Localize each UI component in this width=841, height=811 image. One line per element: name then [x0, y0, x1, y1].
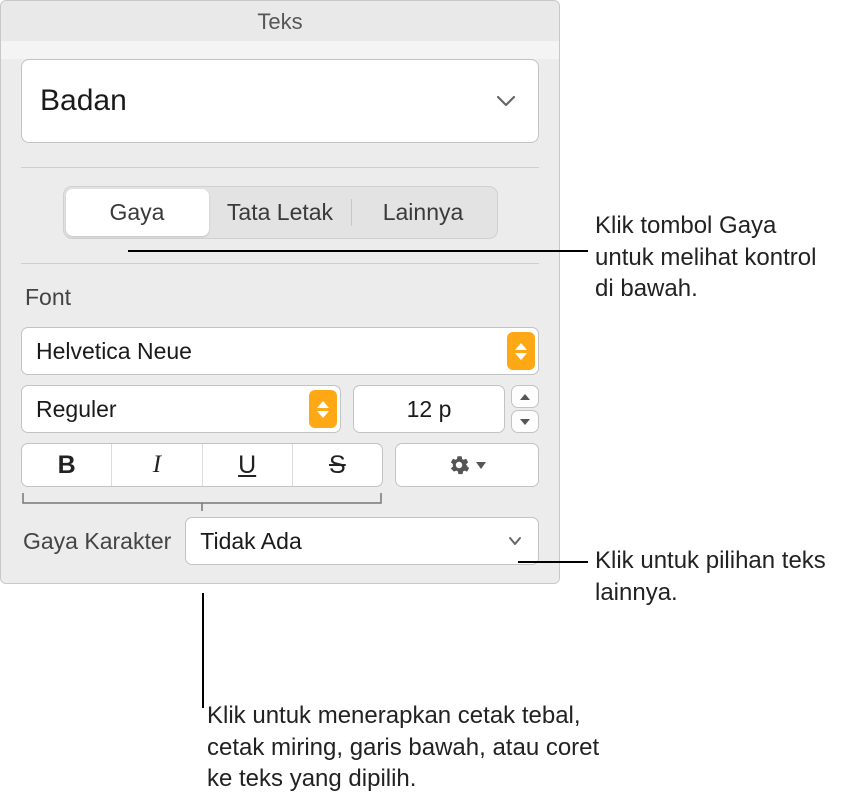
text-format-panel: Teks Badan Gaya Tata Letak Lainnya Font … — [0, 0, 560, 584]
bracket-decoration — [21, 493, 383, 511]
callout-style-buttons: Klik untuk menerapkan cetak tebal, cetak… — [207, 700, 627, 795]
updown-arrows-icon — [309, 390, 337, 428]
gear-icon — [448, 454, 470, 476]
callout-line — [128, 250, 588, 252]
tab-gaya[interactable]: Gaya — [66, 189, 209, 236]
character-style-value: Tidak Ada — [200, 528, 301, 555]
font-size-stepper: 12 p — [353, 385, 539, 433]
tab-tata-letak[interactable]: Tata Letak — [209, 189, 352, 236]
style-toolbar-row: B I U S — [21, 443, 539, 487]
panel-title: Teks — [1, 1, 559, 41]
font-weight-value: Reguler — [36, 396, 117, 423]
paragraph-style-select[interactable]: Badan — [21, 59, 539, 143]
callout-line — [518, 561, 588, 563]
character-style-row: Gaya Karakter Tidak Ada — [21, 517, 539, 565]
character-style-label: Gaya Karakter — [21, 528, 171, 555]
chevron-down-icon — [496, 94, 516, 108]
font-section-label: Font — [25, 284, 539, 311]
text-style-button-group: B I U S — [21, 443, 383, 487]
callout-gaya-tab: Klik tombol Gaya untuk melihat kontrol d… — [595, 210, 830, 305]
callout-advanced: Klik untuk pilihan teks lainnya. — [595, 545, 830, 608]
tab-lainnya[interactable]: Lainnya — [352, 189, 495, 236]
strikethrough-button[interactable]: S — [293, 444, 382, 486]
divider — [21, 167, 539, 168]
chevron-down-icon — [508, 536, 522, 546]
font-family-select[interactable]: Helvetica Neue — [21, 327, 539, 375]
panel-content: Badan Gaya Tata Letak Lainnya Font Helve… — [1, 59, 559, 583]
updown-arrows-icon — [507, 332, 535, 370]
bold-button[interactable]: B — [22, 444, 112, 486]
character-style-select[interactable]: Tidak Ada — [185, 517, 539, 565]
font-weight-size-row: Reguler 12 p — [21, 385, 539, 433]
divider — [21, 263, 539, 264]
chevron-down-icon — [476, 462, 486, 469]
underline-button[interactable]: U — [203, 444, 293, 486]
font-size-field[interactable]: 12 p — [353, 385, 505, 433]
paragraph-style-label: Badan — [40, 84, 127, 118]
font-weight-select[interactable]: Reguler — [21, 385, 341, 433]
font-size-step-up[interactable] — [511, 385, 539, 408]
italic-button[interactable]: I — [112, 444, 202, 486]
font-family-value: Helvetica Neue — [36, 338, 192, 365]
font-size-stepper-buttons — [511, 385, 539, 433]
advanced-options-button[interactable] — [395, 443, 539, 487]
font-size-step-down[interactable] — [511, 410, 539, 433]
chevron-down-icon — [520, 419, 530, 425]
callout-line — [202, 593, 204, 708]
tab-segmented-control: Gaya Tata Letak Lainnya — [63, 186, 498, 239]
chevron-up-icon — [520, 394, 530, 400]
